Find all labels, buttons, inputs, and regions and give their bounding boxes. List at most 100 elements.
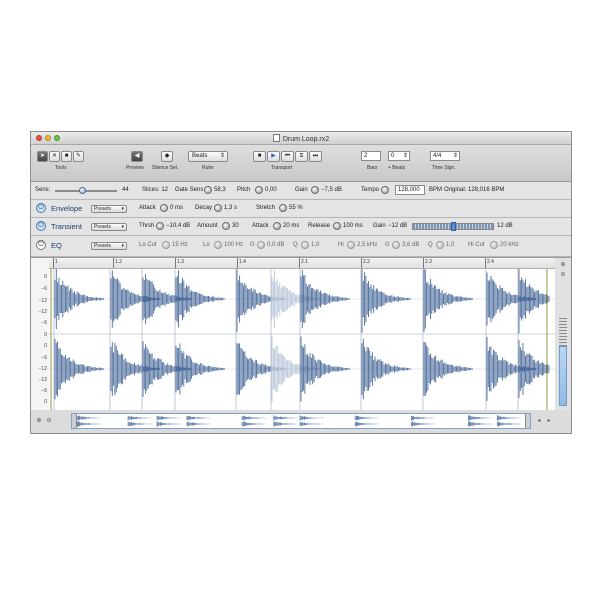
zoom-out-icon[interactable]: ⊖	[45, 417, 53, 425]
hi-gain-knob[interactable]	[392, 241, 400, 249]
zoom-in-icon[interactable]: ⊕	[35, 417, 43, 425]
attack-value: 0 ms	[170, 205, 184, 211]
power-icon: ⏻	[38, 204, 44, 211]
overview-slice	[410, 415, 435, 427]
eq-power-button[interactable]: ⏻	[36, 240, 46, 250]
vertical-scroll-thumb[interactable]	[559, 346, 567, 406]
transient-gain-thumb[interactable]	[451, 222, 456, 231]
lo-label: Lo	[203, 242, 210, 248]
gain-knob[interactable]	[311, 186, 319, 194]
rewind-button[interactable]: ⏮	[281, 151, 294, 162]
ruler-mark: 1.3	[177, 259, 184, 265]
scale-label: −6	[41, 355, 47, 361]
scale-label: −6	[41, 286, 47, 292]
hi-q-label: Q	[428, 242, 433, 248]
hi-gain-label: G	[385, 242, 390, 248]
time-signature-field[interactable]: 4/4 ⇕	[430, 151, 460, 161]
beat-ruler[interactable]: 1 1.2 1.3 1.4 2.1 2.2 2.3 2.4	[49, 258, 555, 269]
info-row: Sens: 44 Slices: 12 Gate Sens 58,3 Pitch…	[31, 182, 571, 200]
lock-tool-button[interactable]: ■	[61, 151, 72, 162]
arrow-tool-button[interactable]: ➤	[37, 151, 48, 162]
decay-label: Decay	[195, 205, 213, 211]
hi-freq-knob[interactable]	[347, 241, 355, 249]
scale-label: 0	[44, 274, 47, 280]
sens-slider[interactable]	[55, 187, 117, 194]
lo-freq-knob[interactable]	[214, 241, 222, 249]
stretch-knob[interactable]	[279, 204, 287, 212]
slice-waveform[interactable]	[423, 269, 473, 396]
app-window: Drum Loop.rx2 ➤ ✕ ■ ✎ Tools ◀ Preview ◆ …	[30, 131, 572, 434]
threshold-knob[interactable]	[156, 222, 164, 230]
slice-waveform[interactable]	[175, 270, 225, 395]
waveform-editor[interactable]: 1 1.2 1.3 1.4 2.1 2.2 2.3 2.4	[49, 257, 555, 411]
eq-presets-menu[interactable]: Presets	[91, 242, 127, 250]
overview-left-handle[interactable]	[72, 414, 77, 428]
silence-selection-button[interactable]: ◆	[161, 151, 173, 162]
right-zoom-panel: ⊕ ⊖	[555, 257, 571, 410]
hi-q-value: 1,0	[446, 242, 455, 248]
envelope-presets-menu[interactable]: Presets	[91, 205, 127, 213]
ruler-mark: 2.1	[301, 259, 308, 265]
decay-knob[interactable]	[214, 204, 222, 212]
original-tempo: Original: 128,016 BPM	[444, 187, 505, 193]
hi-cut-knob[interactable]	[490, 241, 498, 249]
gain-label: Gain	[295, 187, 308, 193]
threshold-label: Thrsh	[139, 223, 155, 229]
arrow-tool-icon: ➤	[39, 153, 46, 159]
gate-sens-label: Gate Sens	[175, 187, 204, 193]
scroll-right-arrow-icon[interactable]: ▸	[545, 417, 553, 425]
forward-button[interactable]: ⏭	[309, 151, 322, 162]
transient-power-button[interactable]: ⏻	[36, 221, 46, 231]
loop-icon: ⧖	[299, 153, 304, 159]
slice-waveform[interactable]	[300, 269, 350, 402]
vertical-zoom-ruler[interactable]	[559, 316, 567, 346]
stop-button[interactable]: ■	[253, 151, 266, 162]
tempo-knob[interactable]	[381, 186, 389, 194]
transient-presets-menu[interactable]: Presets	[91, 223, 127, 231]
gain-value: −7,5 dB	[321, 187, 342, 193]
release-knob[interactable]	[333, 222, 341, 230]
overview-scrollbar[interactable]	[71, 413, 531, 429]
waveform-display[interactable]	[49, 269, 555, 410]
beats-field[interactable]: 0 ⇕	[388, 151, 410, 161]
lo-gain-knob[interactable]	[257, 241, 265, 249]
pitch-knob[interactable]	[255, 186, 263, 194]
play-button[interactable]: ▶	[267, 151, 280, 162]
ruler-select[interactable]: Beats ⇕	[188, 151, 228, 162]
ruler-caption: Ruler	[202, 165, 214, 171]
zoom-out-icon[interactable]: ⊖	[559, 271, 567, 279]
lo-cut-knob[interactable]	[162, 241, 170, 249]
lo-q-knob[interactable]	[301, 241, 309, 249]
overview-slice	[467, 415, 492, 427]
preview-button[interactable]: ◀	[131, 151, 143, 162]
overview-slice	[496, 415, 521, 427]
mute-tool-button[interactable]: ✕	[49, 151, 60, 162]
hi-q-knob[interactable]	[436, 241, 444, 249]
gate-sens-knob[interactable]	[204, 186, 212, 194]
transient-attack-knob[interactable]	[273, 222, 281, 230]
stretch-value: 55 %	[289, 205, 303, 211]
scroll-left-arrow-icon[interactable]: ◂	[535, 417, 543, 425]
pitch-label: Pitch	[237, 187, 251, 193]
time-signature-caption: Time Sign.	[432, 165, 456, 171]
slice-waveform[interactable]	[236, 269, 286, 396]
pencil-tool-button[interactable]: ✎	[73, 151, 84, 162]
ruler-mark: 1.4	[239, 259, 246, 265]
ruler-mark: 2.3	[425, 259, 432, 265]
amount-knob[interactable]	[222, 222, 230, 230]
sens-slider-thumb[interactable]	[79, 187, 87, 194]
time-signature-value: 4/4	[433, 153, 442, 159]
play-icon: ▶	[271, 153, 276, 159]
lo-q-label: Q	[293, 242, 298, 248]
overview-right-handle[interactable]	[525, 414, 530, 428]
envelope-power-button[interactable]: ⏻	[36, 203, 46, 213]
bars-field[interactable]: 2	[361, 151, 381, 161]
slice-waveform[interactable]	[518, 269, 550, 398]
zoom-in-icon[interactable]: ⊕	[559, 261, 567, 269]
scale-label: 0	[44, 332, 47, 338]
tempo-field[interactable]: 128,000	[395, 185, 425, 195]
attack-knob[interactable]	[160, 204, 168, 212]
transient-title: Transient	[51, 222, 82, 231]
transient-gain-slider[interactable]	[412, 222, 494, 231]
loop-button[interactable]: ⧖	[295, 151, 308, 162]
